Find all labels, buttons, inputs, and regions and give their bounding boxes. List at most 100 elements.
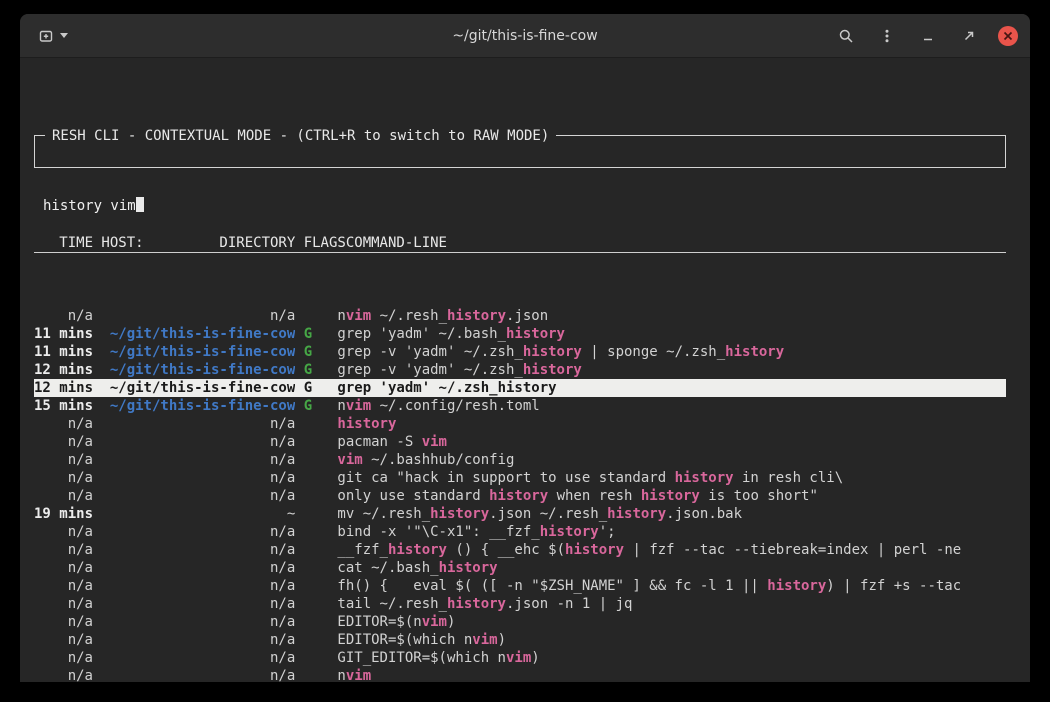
history-row[interactable]: n/an/ahistory: [34, 415, 1006, 433]
history-row[interactable]: n/an/abind -x '"\C-x1": __fzf_history';: [34, 523, 1006, 541]
row-flags: [304, 505, 338, 523]
history-row-selected[interactable]: 12 mins~/git/this-is-fine-cowGgrep 'yadm…: [34, 379, 1006, 397]
history-row[interactable]: n/an/a__fzf_history () { __ehc $(history…: [34, 541, 1006, 559]
spacer: [93, 523, 101, 541]
row-flags: [304, 595, 338, 613]
match-text: history: [767, 578, 826, 594]
row-host: n/a: [101, 415, 295, 433]
restore-button[interactable]: [957, 23, 981, 49]
history-row[interactable]: n/an/anvim: [34, 667, 1006, 682]
row-flags: G: [304, 325, 338, 343]
spacer: [93, 487, 101, 505]
history-list: n/an/anvim ~/.resh_history.json11 mins~/…: [34, 307, 1006, 682]
spacer: [295, 631, 303, 649]
row-time: n/a: [34, 667, 93, 682]
spacer: [295, 487, 303, 505]
spacer: [93, 595, 101, 613]
row-host: n/a: [101, 433, 295, 451]
command-text: n: [337, 398, 345, 414]
row-flags: G: [304, 343, 338, 361]
text-cursor: [136, 197, 144, 212]
row-host: ~: [101, 505, 295, 523]
command-text: grep -v 'yadm' ~/.zsh_: [337, 362, 522, 378]
history-row[interactable]: n/an/aGIT_EDITOR=$(which nvim): [34, 649, 1006, 667]
command-text: ): [498, 632, 506, 648]
spacer: [93, 451, 101, 469]
command-text: ~/.bashhub/config: [363, 452, 515, 468]
command-text: mv ~/.resh_: [337, 506, 430, 522]
history-row[interactable]: n/an/aEDITOR=$(which nvim): [34, 631, 1006, 649]
match-text: vim: [422, 614, 447, 630]
match-text: history: [523, 362, 582, 378]
spacer: [93, 361, 101, 379]
row-flags: [304, 307, 338, 325]
history-row[interactable]: 11 mins~/git/this-is-fine-cowGgrep -v 'y…: [34, 343, 1006, 361]
command-text: ) | fzf +s --tac: [826, 578, 961, 594]
row-command: fh() { eval $( ([ -n "$ZSH_NAME" ] && fc…: [337, 577, 1006, 595]
match-text: vim: [422, 434, 447, 450]
row-time: 11 mins: [34, 325, 93, 343]
history-row[interactable]: 12 mins~/git/this-is-fine-cowGgrep -v 'y…: [34, 361, 1006, 379]
history-row[interactable]: n/an/atail ~/.resh_history.json -n 1 | j…: [34, 595, 1006, 613]
desktop: { "window": { "title": "~/git/this-is-fi…: [0, 0, 1050, 702]
match-text: history: [565, 542, 624, 558]
match-text: history: [641, 488, 700, 504]
row-time: n/a: [34, 469, 93, 487]
window-title: ~/git/this-is-fine-cow: [452, 28, 597, 44]
menu-button[interactable]: [875, 23, 899, 49]
history-row[interactable]: n/an/aonly use standard history when res…: [34, 487, 1006, 505]
new-tab-button[interactable]: [32, 23, 68, 49]
query-line[interactable]: history vim: [43, 197, 997, 215]
row-host: n/a: [101, 595, 295, 613]
close-button[interactable]: [998, 26, 1018, 46]
command-text: | sponge ~/.zsh_: [582, 344, 725, 360]
history-row[interactable]: n/an/avim ~/.bashhub/config: [34, 451, 1006, 469]
match-text: history: [447, 308, 506, 324]
titlebar[interactable]: ~/git/this-is-fine-cow: [20, 14, 1030, 58]
row-time: n/a: [34, 307, 93, 325]
row-host: ~/git/this-is-fine-cow: [101, 325, 295, 343]
history-row[interactable]: n/an/afh() { eval $( ([ -n "$ZSH_NAME" ]…: [34, 577, 1006, 595]
spacer: [93, 469, 101, 487]
match-text: history: [540, 524, 599, 540]
history-row[interactable]: 15 mins~/git/this-is-fine-cowGnvim ~/.co…: [34, 397, 1006, 415]
command-text: () { __ehc $(: [447, 542, 565, 558]
search-box: RESH CLI - CONTEXTUAL MODE - (CTRL+R to …: [34, 135, 1006, 168]
row-command: pacman -S vim: [337, 433, 1006, 451]
match-text: history: [675, 470, 734, 486]
history-row[interactable]: 19 mins~mv ~/.resh_history.json ~/.resh_…: [34, 505, 1006, 523]
row-command: grep 'yadm' ~/.bash_history: [337, 325, 1006, 343]
row-command: cat ~/.bash_history: [337, 559, 1006, 577]
row-command: bind -x '"\C-x1": __fzf_history';: [337, 523, 1006, 541]
row-command: grep -v 'yadm' ~/.zsh_history | sponge ~…: [337, 343, 1006, 361]
row-command: grep 'yadm' ~/.zsh_history: [337, 379, 1006, 397]
row-flags: [304, 487, 338, 505]
match-text: vim: [346, 398, 371, 414]
spacer: [295, 325, 303, 343]
minimize-button[interactable]: [916, 23, 940, 49]
spacer: [295, 649, 303, 667]
command-text: pacman -S: [337, 434, 421, 450]
row-host: ~/git/this-is-fine-cow: [101, 397, 295, 415]
history-row[interactable]: n/an/aEDITOR=$(nvim): [34, 613, 1006, 631]
terminal-screen[interactable]: RESH CLI - CONTEXTUAL MODE - (CTRL+R to …: [20, 58, 1030, 682]
command-text: when resh: [548, 488, 641, 504]
spacer: [295, 343, 303, 361]
match-text: history: [607, 506, 666, 522]
history-row[interactable]: n/an/acat ~/.bash_history: [34, 559, 1006, 577]
terminal-window: ~/git/this-is-fine-cow: [20, 14, 1030, 682]
search-button[interactable]: [834, 23, 858, 49]
search-query: history vim: [43, 198, 136, 214]
history-row[interactable]: n/an/agit ca "hack in support to use sta…: [34, 469, 1006, 487]
row-host: n/a: [101, 559, 295, 577]
history-row[interactable]: 11 mins ~/git/this-is-fine-cow Ggrep 'yadm…: [34, 325, 1006, 343]
spacer: [295, 505, 303, 523]
row-host: n/a: [101, 307, 295, 325]
row-flags: [304, 415, 338, 433]
row-time: n/a: [34, 451, 93, 469]
row-flags: G: [304, 397, 338, 415]
row-time: 12 mins: [34, 379, 93, 397]
history-row[interactable]: n/an/anvim ~/.resh_history.json: [34, 307, 1006, 325]
history-row[interactable]: n/an/apacman -S vim: [34, 433, 1006, 451]
row-command: vim ~/.bashhub/config: [337, 451, 1006, 469]
